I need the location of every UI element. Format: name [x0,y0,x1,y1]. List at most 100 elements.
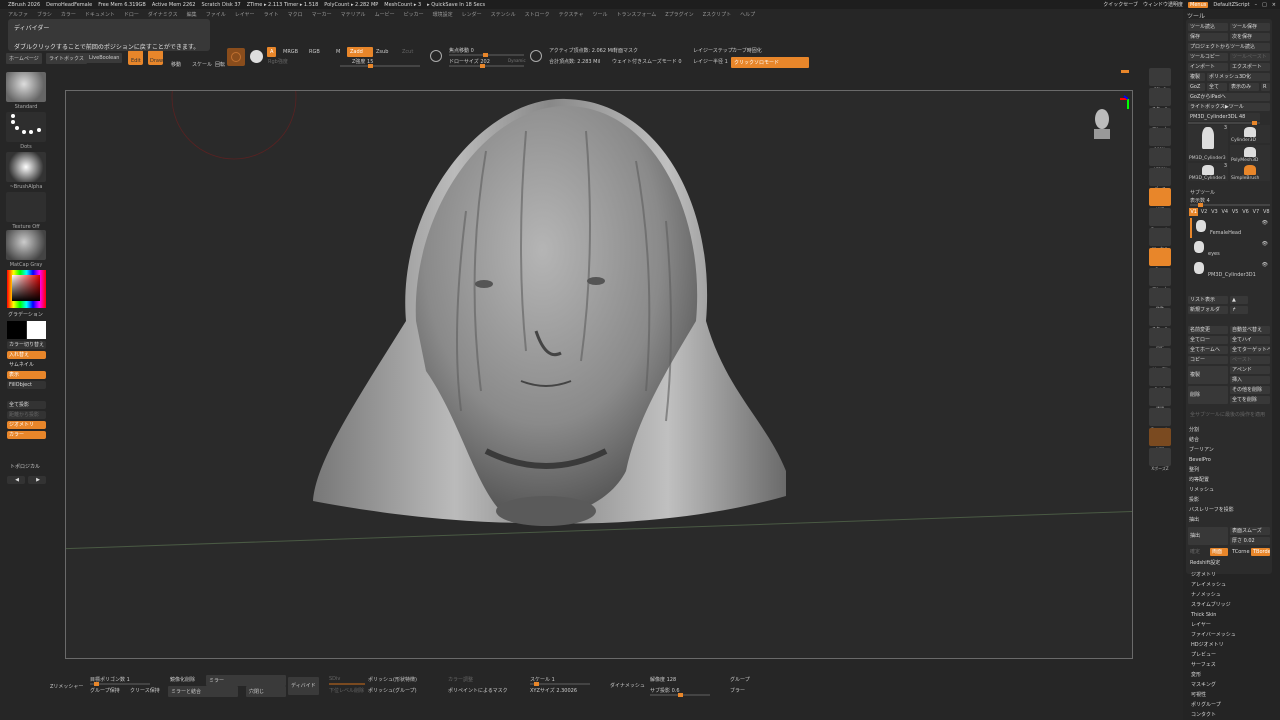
make-polymesh-button[interactable]: ポリメッシュ3D化 [1207,73,1270,81]
version-button[interactable]: V4 [1220,208,1229,216]
visible-count-track[interactable] [1190,203,1270,207]
menu-item[interactable]: レイヤー [235,11,255,18]
visibility-eye-icon[interactable]: 👁 [1262,262,1268,268]
load-from-project-button[interactable]: プロジェクトからツール読込 [1188,43,1270,51]
s-icon[interactable] [250,50,263,63]
tool-section-header[interactable]: コンタクト [1191,710,1236,720]
default-zscript-button[interactable]: DefaultZScript [1213,2,1249,8]
close-icon[interactable]: × [1272,2,1276,8]
shelf-button[interactable]: フレーム [1149,108,1171,131]
scale-button[interactable]: スケール [192,61,212,68]
menu-item[interactable]: ライト [264,11,279,18]
edit-mode-button[interactable]: Edit [128,50,143,65]
accept-button[interactable]: 確定 [1188,548,1208,556]
minimize-icon[interactable]: – [1255,2,1258,8]
dynamic-button[interactable]: Dynamic [508,58,526,63]
subtool-item[interactable]: eyes 👁 [1190,239,1270,259]
tool-section-header[interactable]: レイヤー [1191,620,1236,630]
menu-item[interactable]: ストローク [525,11,550,18]
delete-all-button[interactable]: 全てを削除 [1230,396,1270,404]
curve-bend-button[interactable]: カーブ時固化 [732,47,762,54]
viewport-canvas[interactable] [65,90,1133,659]
liveboolean-button[interactable]: LiveBoolean [86,53,123,63]
menu-item[interactable]: ピッカー [404,11,424,18]
shelf-button[interactable]: 移動 [1149,288,1171,311]
shelf-button[interactable]: Line Fill [1149,348,1171,372]
apply-all-subtools-button[interactable]: 全サブツールに最後の操作を適用 [1188,411,1270,419]
brush-picker[interactable]: Standard [6,72,46,110]
append-button[interactable]: アペンド [1230,366,1270,374]
window-transparency-slider[interactable]: ウィンドウ透明度 [1143,1,1183,8]
clone-button[interactable]: 複製 [1188,73,1205,81]
menu-item[interactable]: ドロー [124,11,139,18]
prev-arrow-icon[interactable]: ◀ [7,476,25,484]
z-intensity-track[interactable] [340,64,420,68]
move-down-icon[interactable]: ↱ [1230,306,1248,314]
rename-button[interactable]: 名前変更 [1188,326,1228,334]
color-adjust-button[interactable]: カラー調整 [448,676,473,683]
import-button[interactable]: インポート [1188,63,1228,71]
menu-item[interactable]: ステンシル [491,11,516,18]
subtool-op-item[interactable]: BevelPro [1189,455,1234,465]
menu-item[interactable]: Zプラグイン [665,11,693,18]
shelf-button[interactable]: Dynamic [1149,208,1171,232]
new-folder-button[interactable]: 新規フォルダ [1188,306,1228,314]
a-button[interactable]: A [267,47,277,57]
color-picker[interactable] [7,270,46,308]
sdiv-track[interactable] [329,683,365,685]
list-view-button[interactable]: リスト表示 [1188,296,1228,304]
paste-tool-button[interactable]: ツールペースト [1230,53,1270,61]
polypaint-mask-button[interactable]: ポリペイントによるマスク [448,687,508,694]
version-button[interactable]: V5 [1231,208,1240,216]
tborder-button[interactable]: TBorde [1251,548,1270,556]
menu-item[interactable]: マクロ [288,11,303,18]
divide-button[interactable]: ディバイド [288,677,319,695]
dynamesh-button[interactable]: ダイナメッシュ [610,682,645,689]
double-button[interactable]: 両面 [1210,548,1228,556]
menu-item[interactable]: Zスクリプト [703,11,731,18]
navigation-head-gizmo[interactable] [1094,95,1129,139]
rotate-button[interactable]: 回転 [215,61,225,68]
insert-button[interactable]: 挿入 [1230,376,1270,384]
menu-item[interactable]: レンダー [462,11,482,18]
draw-mode-button[interactable]: Draw [148,50,163,65]
surface-smooth-slider[interactable]: 表面スムーズ [1230,527,1270,535]
tool-section-header[interactable]: ジオメトリ [1191,570,1236,580]
tool-section-header[interactable]: サーフェス [1191,660,1236,670]
click-solo-button[interactable]: クリックソロモード [731,57,809,68]
menu-item[interactable]: ドキュメント [85,11,115,18]
tool-section-header[interactable]: ファイバーメッシュ [1191,630,1236,640]
lightbox-button[interactable]: ライトボックス [46,53,87,64]
lightbox-tool-button[interactable]: ライトボックス▶ツール [1188,103,1270,111]
tool-section-header[interactable]: HDジオメトリ [1191,640,1236,650]
tool-section-header[interactable]: ポリグループ [1191,700,1236,710]
zcut-button[interactable]: Zcut [402,49,413,55]
tcorner-button[interactable]: TCorne [1230,548,1250,556]
menu-item[interactable]: ダイナミクス [148,11,178,18]
shelf-button[interactable]: 回転 [1149,328,1171,351]
menu-item[interactable]: ファイル [206,11,226,18]
shelf-button[interactable]: Dynamic [1149,408,1171,432]
shelf-button[interactable]: フレーム [1149,268,1171,291]
zadd-button[interactable]: Zadd [347,47,373,57]
resolution-slider[interactable]: 解像度 128 [650,676,676,683]
version-button[interactable]: V8 [1262,208,1271,216]
subtool-item[interactable]: PM3D_Cylinder3D1 👁 [1190,260,1270,280]
subproject-track[interactable] [650,693,710,697]
zsub-button[interactable]: Zsub [376,49,388,55]
menu-item[interactable]: 環境設定 [433,11,453,18]
next-arrow-icon[interactable]: ▶ [28,476,46,484]
tool-section-header[interactable]: アレイメッシュ [1191,580,1236,590]
save-next-button[interactable]: 次を保存 [1230,33,1270,41]
delete-other-button[interactable]: その他を削除 [1230,386,1270,394]
version-button[interactable]: V6 [1241,208,1250,216]
shelf-button[interactable]: XポーズZ [1149,448,1171,471]
version-button[interactable]: V2 [1199,208,1208,216]
menu-item[interactable]: テクスチャ [559,11,584,18]
tool-section-header[interactable]: Thick Skin [1191,610,1236,620]
swap-button[interactable]: 入れ替え [7,351,46,359]
shelf-button[interactable]: AC50% [1149,148,1171,172]
all-low-button[interactable]: 全てロー [1188,336,1228,344]
menu-item[interactable]: ブラシ [37,11,52,18]
subproject-slider[interactable]: サブ投影 0.6 [650,687,680,694]
